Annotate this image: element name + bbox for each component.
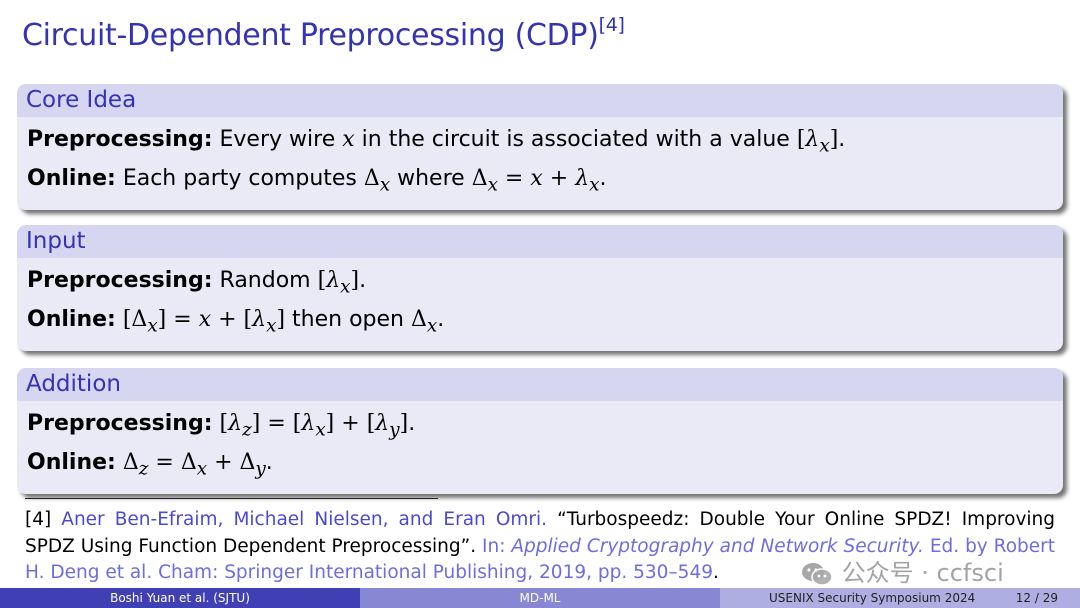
block-body: Preprocessing: Every wire x in the circu… [17, 117, 1063, 210]
footnote-rule [25, 498, 438, 499]
line-text: Each party computes Δx where Δx = x + λx… [122, 166, 607, 196]
block-heading: Addition [17, 368, 1063, 401]
line-text: [λz] = [λx] + [λy]. [219, 411, 416, 441]
footer-conference: USENIX Security Symposium 2024 [769, 591, 976, 605]
line-text: Every wire x in the circuit is associate… [219, 127, 846, 157]
block-input: Input Preprocessing: Random [λx]. Online… [17, 225, 1063, 351]
footnote-marker: [4] [25, 509, 52, 530]
footnote-in-label: In: [482, 535, 506, 557]
line-text: Δz = Δx + Δy. [122, 450, 273, 480]
block-addition: Addition Preprocessing: [λz] = [λx] + [λ… [17, 368, 1063, 494]
footnote-end: . [713, 562, 719, 583]
line-label: Preprocessing: [27, 127, 213, 152]
footer-page-number: 12 / 29 [1015, 591, 1058, 605]
line-label: Preprocessing: [27, 411, 213, 436]
watermark-text: 公众号 · ccfsci [841, 559, 1004, 587]
footer-bar: Boshi Yuan et al. (SJTU) MD-ML USENIX Se… [0, 588, 1080, 608]
line-text: Random [λx]. [219, 268, 367, 298]
line-label: Online: [27, 166, 116, 192]
footer-right: USENIX Security Symposium 2024 12 / 29 [720, 588, 1080, 608]
watermark: 公众号 · ccfsci [800, 553, 1004, 588]
line-label: Online: [27, 450, 116, 476]
footnote-authors: Aner Ben-Efraim, Michael Nielsen, and Er… [61, 509, 548, 530]
footer-author: Boshi Yuan et al. (SJTU) [0, 588, 360, 608]
block-line: Online: [Δx] = x + [λx] then open Δx. [27, 303, 1053, 342]
line-text: [Δx] = x + [λx] then open Δx. [122, 307, 445, 337]
title-citation[interactable]: [4] [599, 14, 625, 36]
block-line: Preprocessing: Random [λx]. [27, 264, 1053, 303]
block-line: Preprocessing: [λz] = [λx] + [λy]. [27, 407, 1053, 446]
line-label: Preprocessing: [27, 268, 213, 293]
block-line: Online: Δz = Δx + Δy. [27, 446, 1053, 485]
slide-title: Circuit-Dependent Preprocessing (CDP)[4] [22, 14, 625, 53]
block-line: Online: Each party computes Δx where Δx … [27, 162, 1053, 201]
wechat-icon [802, 563, 833, 586]
line-label: Online: [27, 307, 116, 333]
block-heading: Input [17, 225, 1063, 258]
block-body: Preprocessing: Random [λx]. Online: [Δx]… [17, 258, 1063, 351]
block-heading: Core Idea [17, 84, 1063, 117]
block-line: Preprocessing: Every wire x in the circu… [27, 123, 1053, 162]
block-core-idea: Core Idea Preprocessing: Every wire x in… [17, 84, 1063, 210]
footer-short-title: MD-ML [360, 588, 720, 608]
slide-title-text: Circuit-Dependent Preprocessing (CDP) [22, 18, 599, 53]
block-body: Preprocessing: [λz] = [λx] + [λy]. Onlin… [17, 401, 1063, 494]
